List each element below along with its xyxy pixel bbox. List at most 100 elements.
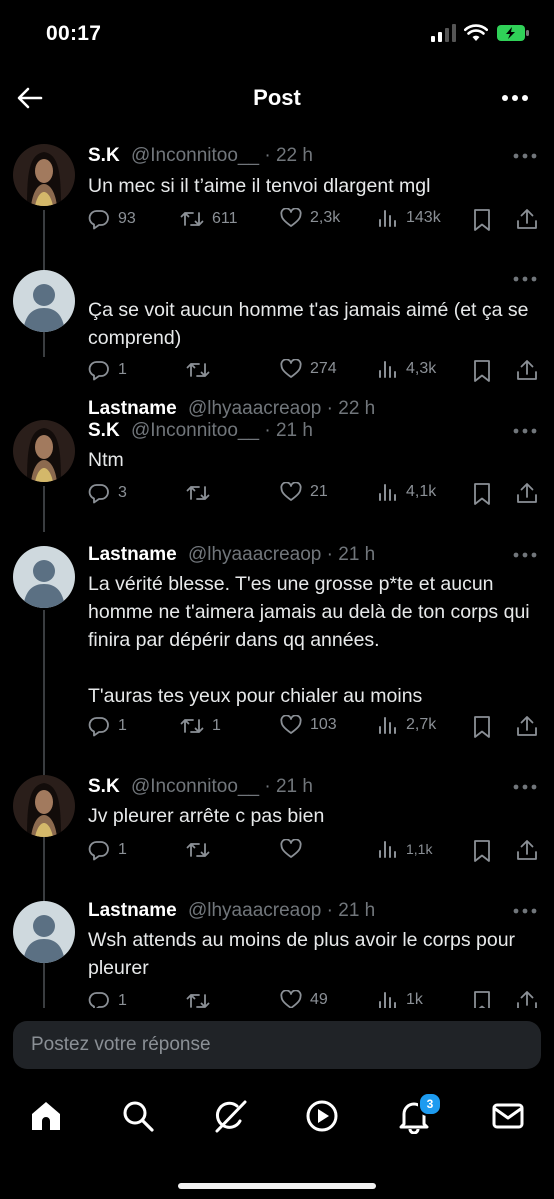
tweet-actions: 3 21 4,1k [88, 482, 540, 510]
tweet-actions: 1 1,1k [88, 839, 540, 867]
view-count: 4,1k [406, 483, 437, 500]
share-icon[interactable] [516, 358, 538, 382]
home-icon[interactable] [28, 1098, 64, 1134]
tweet-more-icon[interactable] [512, 151, 538, 161]
share-icon[interactable] [516, 207, 538, 231]
reply-button[interactable]: 1 [88, 839, 127, 861]
notifications-tab[interactable]: 3 [396, 1092, 442, 1135]
reply-icon [88, 841, 109, 861]
username[interactable]: @Inconnitoo__ [131, 145, 259, 166]
views-button[interactable]: 1,1k [378, 839, 432, 859]
username[interactable]: @lhyaaacreaop [188, 544, 321, 565]
display-name[interactable]: Lastname [88, 398, 177, 419]
retweet-button[interactable]: 1 [180, 715, 221, 737]
avatar[interactable] [13, 420, 75, 482]
bookmark-icon[interactable] [472, 715, 492, 739]
notification-badge: 3 [418, 1092, 442, 1116]
views-button[interactable]: 1k [378, 990, 423, 1008]
like-button[interactable]: 2,3k [280, 208, 340, 228]
messages-icon[interactable] [490, 1098, 526, 1134]
wifi-icon [464, 24, 488, 41]
retweet-button[interactable]: 611 [180, 208, 238, 230]
like-button[interactable] [280, 839, 310, 859]
tweet-header: S.K @Inconnitoo__ · 22 h [88, 145, 313, 167]
username[interactable]: @lhyaaacreaop [188, 900, 321, 921]
avatar[interactable] [13, 546, 75, 608]
reply-icon [88, 484, 109, 504]
views-icon [379, 210, 396, 227]
retweet-icon [186, 486, 210, 500]
views-button[interactable]: 4,1k [378, 482, 436, 502]
like-button[interactable]: 49 [280, 990, 328, 1008]
bookmark-icon[interactable] [472, 208, 492, 232]
display-name[interactable]: S.K [88, 776, 120, 797]
bookmark-icon[interactable] [472, 359, 492, 383]
tweet-more-icon[interactable] [512, 782, 538, 792]
views-button[interactable]: 2,7k [378, 715, 436, 735]
bookmark-icon[interactable] [472, 482, 492, 506]
reply-input[interactable] [13, 1021, 541, 1069]
like-button[interactable]: 21 [280, 482, 328, 502]
reply-button[interactable]: 1 [88, 990, 127, 1008]
tweet-text: Ntm [88, 449, 124, 471]
grok-icon[interactable] [212, 1098, 248, 1134]
share-icon[interactable] [516, 989, 538, 1008]
retweet-button[interactable] [186, 482, 218, 504]
tweet-more-icon[interactable] [512, 274, 538, 284]
like-count: 21 [310, 483, 328, 500]
tweet-text: Jv pleurer arrête c pas bien [88, 805, 325, 827]
retweet-icon [186, 843, 210, 857]
separator: · [326, 900, 333, 921]
tweet-time: 21 h [275, 776, 313, 797]
username[interactable]: @lhyaaacreaop [188, 398, 321, 419]
views-button[interactable]: 4,3k [378, 359, 436, 379]
tweet-actions: 1 1 103 2,7k [88, 715, 540, 743]
status-bar: 00:17 [0, 0, 554, 70]
views-icon [379, 361, 396, 378]
tweet-time: 22 h [275, 145, 313, 166]
separator: · [326, 544, 333, 565]
like-button[interactable]: 103 [280, 715, 337, 735]
reply-count: 1 [118, 992, 127, 1008]
views-button[interactable]: 143k [378, 208, 441, 228]
retweet-button[interactable] [186, 839, 218, 861]
bookmark-icon[interactable] [472, 990, 492, 1008]
share-icon[interactable] [516, 714, 538, 738]
tweet-actions: 93 611 2,3k 143k [88, 208, 540, 236]
reply-icon [88, 210, 109, 230]
video-icon[interactable] [304, 1098, 340, 1134]
retweet-button[interactable] [186, 359, 218, 381]
status-time: 00:17 [46, 22, 102, 45]
view-count: 4,3k [406, 360, 437, 377]
reply-button[interactable]: 3 [88, 482, 127, 504]
avatar[interactable] [13, 270, 75, 332]
username[interactable]: @Inconnitoo__ [131, 776, 259, 797]
retweet-button[interactable] [186, 990, 218, 1008]
reply-button[interactable]: 93 [88, 208, 136, 230]
profile-photo [13, 144, 75, 206]
tweet-more-icon[interactable] [512, 426, 538, 436]
reply-icon [88, 992, 109, 1008]
like-button[interactable]: 274 [280, 359, 337, 379]
tweet-more-icon[interactable] [512, 550, 538, 560]
share-icon[interactable] [516, 838, 538, 862]
display-name[interactable]: S.K [88, 420, 120, 441]
bookmark-icon[interactable] [472, 839, 492, 863]
heart-icon [280, 482, 302, 501]
tweet-more-icon[interactable] [512, 906, 538, 916]
reply-button[interactable]: 1 [88, 715, 127, 737]
username[interactable]: @Inconnitoo__ [131, 420, 259, 441]
reply-button[interactable]: 1 [88, 359, 127, 381]
avatar[interactable] [13, 775, 75, 837]
share-icon[interactable] [516, 481, 538, 505]
display-name[interactable]: Lastname [88, 544, 177, 565]
tweet-header: Lastname @lhyaaacreaop · 21 h [88, 544, 375, 566]
display-name[interactable]: S.K [88, 145, 120, 166]
avatar[interactable] [13, 901, 75, 963]
search-icon[interactable] [120, 1098, 156, 1134]
tweet-text: Wsh attends au moins de plus avoir le co… [88, 929, 516, 979]
display-name[interactable]: Lastname [88, 900, 177, 921]
more-options-icon[interactable] [500, 86, 530, 110]
avatar[interactable] [13, 144, 75, 206]
separator: · [264, 420, 271, 441]
